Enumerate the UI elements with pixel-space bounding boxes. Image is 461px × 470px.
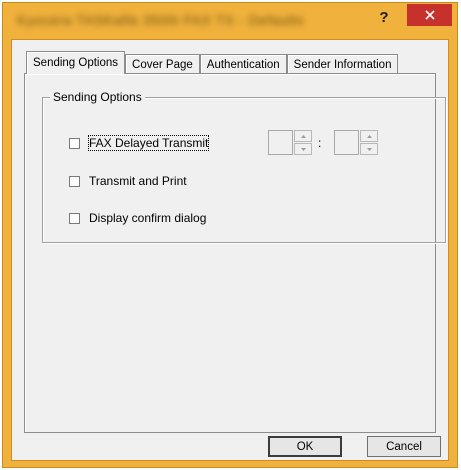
time-separator: : — [318, 136, 322, 150]
minute-spinner[interactable] — [360, 130, 378, 155]
cancel-button[interactable]: Cancel — [367, 436, 441, 457]
group-label: Sending Options — [50, 90, 145, 104]
arrow-down-icon — [366, 147, 372, 151]
title-bar[interactable]: Kyocera TASKalfa 3500i FAX TX - Defaults… — [3, 3, 457, 39]
arrow-up-icon — [366, 134, 372, 138]
transmit-and-print-checkbox[interactable] — [69, 175, 80, 187]
arrow-up-icon — [300, 134, 306, 138]
tab-cover-page[interactable]: Cover Page — [125, 54, 200, 74]
minute-input[interactable] — [334, 130, 359, 155]
window-title: Kyocera TASKalfa 3500i FAX TX - Defaults — [17, 12, 304, 28]
delayed-transmit-label: FAX Delayed Transmit — [87, 135, 210, 151]
delayed-transmit-checkbox[interactable] — [69, 137, 80, 149]
minute-up-button[interactable] — [360, 130, 378, 142]
dialog-body: Sending Options Cover Page Authenticatio… — [11, 39, 449, 461]
hour-spinner[interactable] — [294, 130, 312, 155]
help-button[interactable]: ? — [371, 6, 397, 28]
tab-sending-options[interactable]: Sending Options — [26, 51, 126, 74]
confirm-dialog-label: Display confirm dialog — [89, 211, 207, 225]
minute-down-button[interactable] — [360, 143, 378, 155]
ok-button[interactable]: OK — [268, 436, 342, 457]
tab-strip: Sending Options Cover Page Authenticatio… — [26, 51, 399, 74]
delayed-transmit-option[interactable]: FAX Delayed Transmit — [69, 135, 210, 151]
tab-authentication[interactable]: Authentication — [199, 54, 287, 74]
transmit-and-print-option[interactable]: Transmit and Print — [69, 174, 187, 188]
confirm-dialog-checkbox[interactable] — [69, 212, 80, 224]
close-icon — [424, 10, 435, 20]
hour-up-button[interactable] — [294, 130, 312, 142]
confirm-dialog-option[interactable]: Display confirm dialog — [69, 211, 206, 225]
close-button[interactable] — [407, 4, 452, 26]
dialog-window: Kyocera TASKalfa 3500i FAX TX - Defaults… — [2, 2, 458, 468]
tab-sender-information[interactable]: Sender Information — [286, 54, 399, 74]
hour-input[interactable] — [268, 130, 293, 155]
arrow-down-icon — [300, 147, 306, 151]
transmit-and-print-label: Transmit and Print — [89, 174, 187, 188]
hour-down-button[interactable] — [294, 143, 312, 155]
